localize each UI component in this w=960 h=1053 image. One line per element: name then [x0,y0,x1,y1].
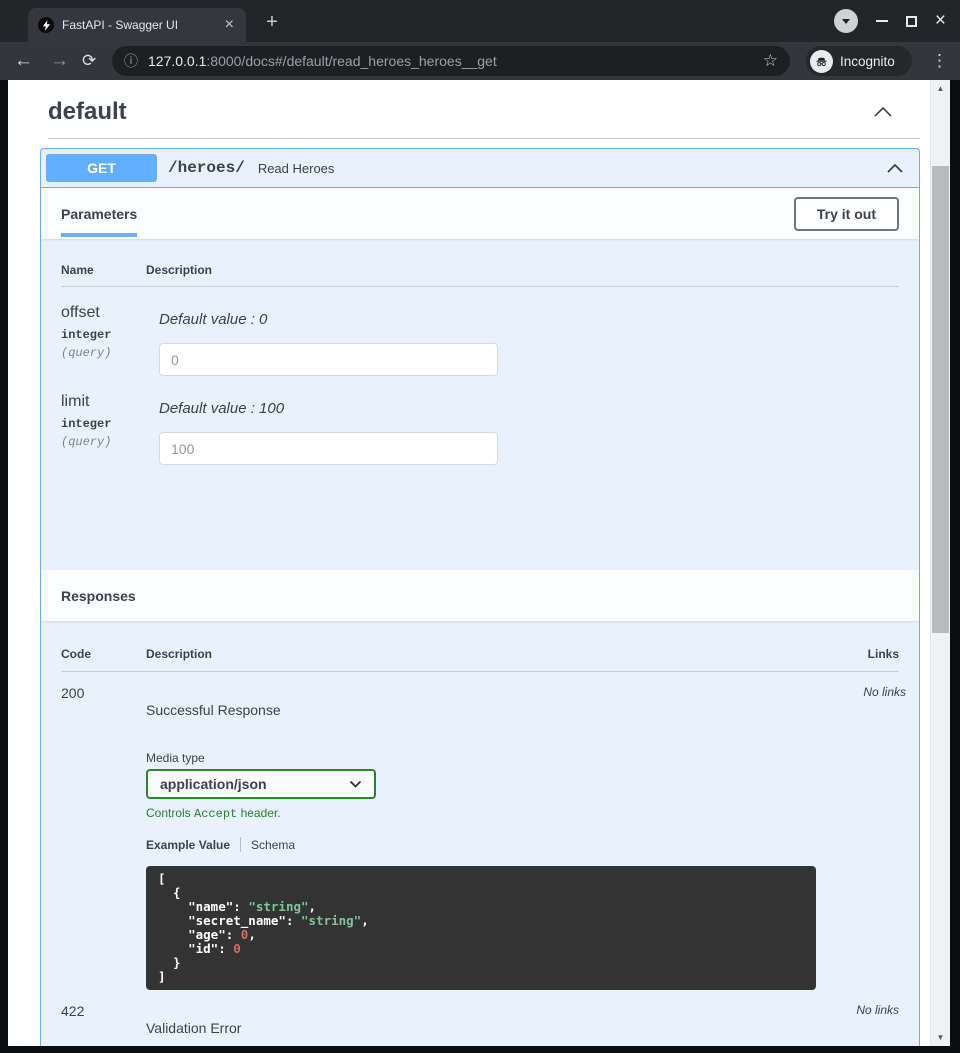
tab-title: FastAPI - Swagger UI [62,18,223,32]
browser-toolbar: ← → ⟳ ⓘ 127.0.0.1:8000/docs#/default/rea… [0,42,960,80]
maximize-button[interactable] [906,16,917,27]
response-row-422: 422 Validation Error No links [61,990,899,1036]
param-name: limit [61,393,146,411]
responses-header: Responses [41,570,919,621]
page-content: default GET /heroes/ Read Heroes Paramet… [8,80,950,1046]
offset-input[interactable] [159,343,498,376]
url-host: 127.0.0.1 [148,53,206,69]
reload-button[interactable]: ⟳ [82,42,96,80]
endpoint-summary: Read Heroes [258,161,335,176]
page-scrollbar[interactable]: ▲ ▼ [930,80,950,1046]
param-default-label: Default value : 100 [159,400,899,417]
response-links: No links [816,685,906,990]
tab-strip: FastAPI - Swagger UI × + × [0,0,960,42]
forward-button[interactable]: → [50,42,69,80]
limit-input[interactable] [159,432,498,465]
new-tab-button[interactable]: + [260,11,284,35]
address-bar[interactable]: ⓘ 127.0.0.1:8000/docs#/default/read_hero… [112,46,790,76]
try-it-out-button[interactable]: Try it out [794,197,899,231]
param-col-description: Description [146,263,899,277]
default-section-header[interactable]: default [48,92,920,139]
site-info-icon[interactable]: ⓘ [124,51,138,71]
response-links: No links [809,1003,899,1036]
response-row-200: 200 Successful Response Media type appli… [61,672,899,990]
response-code: 200 [61,685,146,990]
section-collapse-icon[interactable] [872,105,894,119]
param-location: (query) [61,435,146,449]
browser-window: FastAPI - Swagger UI × + × ← → ⟳ ⓘ 127.0… [0,0,960,1053]
param-row-limit: limit integer (query) Default value : 10… [61,376,899,465]
resp-col-links: Links [809,647,899,661]
close-window-button[interactable]: × [935,12,946,30]
endpoint-path: /heroes/ [168,159,245,177]
param-name: offset [61,304,146,322]
back-button[interactable]: ← [14,42,33,80]
scroll-down-icon[interactable]: ▼ [931,1033,950,1042]
minimize-button[interactable] [876,20,888,22]
http-method-badge: GET [46,154,157,182]
browser-menu-icon[interactable]: ⋮ [925,42,954,80]
media-type-value: application/json [160,776,267,792]
param-type: integer [61,417,146,431]
media-type-select[interactable]: application/json [146,769,376,799]
window-menu-button[interactable] [834,9,858,33]
controls-accept-note: Controls Accept header. [146,806,816,821]
parameters-table: Name Description offset integer (query) … [41,239,919,570]
tab-example-value[interactable]: Example Value [146,838,230,852]
param-location: (query) [61,346,146,360]
incognito-icon [810,50,833,73]
url-path: :8000/docs#/default/read_heroes_heroes__… [206,53,496,69]
get-heroes-opblock: GET /heroes/ Read Heroes Parameters Try … [40,148,920,1046]
param-default-label: Default value : 0 [159,311,899,328]
page-title: default [48,98,127,126]
responses-heading: Responses [61,588,136,604]
response-description: Validation Error [146,1020,809,1036]
parameters-header: Parameters Try it out [41,188,919,239]
responses-table: Code Description Links 200 Successful Re… [41,621,919,1046]
param-type: integer [61,328,146,342]
param-col-name: Name [61,263,146,277]
example-json-block[interactable]: [ { "name": "string", "secret_name": "st… [146,866,816,990]
tab-close-icon[interactable]: × [223,17,236,33]
chevron-down-icon [842,19,850,24]
param-row-offset: offset integer (query) Default value : 0 [61,287,899,376]
url-text: 127.0.0.1:8000/docs#/default/read_heroes… [148,53,497,69]
fastapi-favicon-icon [38,17,54,33]
model-example-tabs: Example Value Schema [146,837,816,852]
tab-divider [240,837,241,852]
media-type-label: Media type [146,751,816,765]
bookmark-star-icon[interactable]: ☆ [763,51,778,71]
scroll-up-icon[interactable]: ▲ [931,84,950,93]
scrollbar-thumb[interactable] [932,166,949,633]
resp-col-code: Code [61,647,146,661]
tab-parameters[interactable]: Parameters [61,206,137,222]
operation-collapse-icon[interactable] [886,162,904,174]
response-code: 422 [61,1003,146,1036]
browser-tab[interactable]: FastAPI - Swagger UI × [28,8,246,42]
operation-summary[interactable]: GET /heroes/ Read Heroes [41,149,919,188]
resp-col-description: Description [146,647,809,661]
tab-schema[interactable]: Schema [251,838,295,852]
response-description: Successful Response [146,702,816,718]
select-chevron-down-icon [349,780,362,788]
incognito-badge: Incognito [806,46,912,76]
incognito-label: Incognito [840,54,895,69]
